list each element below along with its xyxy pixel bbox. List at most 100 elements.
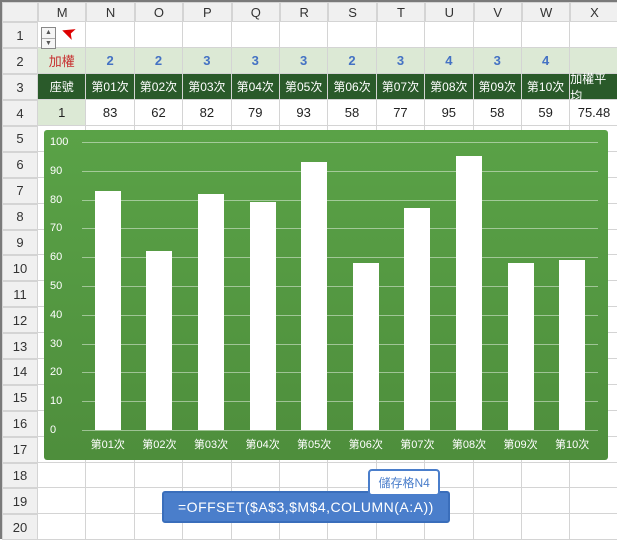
bar-第02次[interactable] [146,251,172,430]
row-header-2[interactable]: 2 [2,48,38,74]
bar-第03次[interactable] [198,194,224,430]
cell[interactable] [474,514,522,540]
row-header-19[interactable]: 19 [2,488,38,514]
cell[interactable] [38,463,86,489]
seat-value[interactable]: 1 [38,100,86,126]
col-header-cell[interactable]: 第10次 [522,74,570,100]
col-header-cell[interactable]: 第01次 [86,74,134,100]
weight-cell[interactable]: 2 [135,48,183,74]
cell[interactable] [522,463,570,489]
row-header-14[interactable]: 14 [2,359,38,385]
col-header-cell[interactable]: 第02次 [135,74,183,100]
row-header-1[interactable]: 1 [2,22,38,48]
cell[interactable] [86,22,134,48]
row-header-20[interactable]: 20 [2,514,38,540]
bar-chart[interactable]: 第01次第02次第03次第04次第05次第06次第07次第08次第09次第10次… [44,130,608,460]
cell[interactable] [377,22,425,48]
bar-第05次[interactable] [301,162,327,430]
cell[interactable] [522,514,570,540]
seat-header[interactable]: 座號 [38,74,86,100]
weight-cell[interactable]: 3 [232,48,280,74]
cell[interactable] [570,22,617,48]
cell[interactable] [328,22,376,48]
col-header-V[interactable]: V [474,2,522,22]
row-header-17[interactable]: 17 [2,437,38,463]
cell[interactable] [38,514,86,540]
cell[interactable] [183,22,231,48]
spinner-control[interactable]: ▲▼ [41,27,56,49]
data-cell[interactable]: 58 [474,100,522,126]
row-header-3[interactable]: 3 [2,74,38,100]
row-header-9[interactable]: 9 [2,230,38,256]
col-header-cell[interactable]: 第06次 [328,74,376,100]
bar-第09次[interactable] [508,263,534,430]
data-cell[interactable]: 93 [280,100,328,126]
row-header-12[interactable]: 12 [2,307,38,333]
weight-cell[interactable]: 4 [425,48,473,74]
col-header-N[interactable]: N [86,2,134,22]
row-header-15[interactable]: 15 [2,385,38,411]
select-all[interactable] [2,2,38,22]
data-cell[interactable]: 58 [328,100,376,126]
col-header-X[interactable]: X [570,2,617,22]
col-header-M[interactable]: M [38,2,86,22]
data-cell[interactable]: 95 [425,100,473,126]
weight-cell[interactable]: 3 [377,48,425,74]
row-header-5[interactable]: 5 [2,126,38,152]
col-header-cell[interactable]: 加權平均 [570,74,617,100]
cell[interactable] [232,22,280,48]
data-cell[interactable]: 59 [522,100,570,126]
cell[interactable] [135,463,183,489]
cell[interactable] [135,22,183,48]
row-header-10[interactable]: 10 [2,255,38,281]
col-header-T[interactable]: T [377,2,425,22]
cell[interactable] [474,463,522,489]
col-header-W[interactable]: W [522,2,570,22]
row-header-16[interactable]: 16 [2,411,38,437]
cell[interactable] [183,463,231,489]
weight-cell[interactable]: 4 [522,48,570,74]
col-header-cell[interactable]: 第09次 [474,74,522,100]
weight-label[interactable]: 加權 [38,48,86,74]
bar-第06次[interactable] [353,263,379,430]
cell[interactable] [232,463,280,489]
data-cell[interactable]: 82 [183,100,231,126]
bar-第08次[interactable] [456,156,482,430]
col-header-cell[interactable]: 第08次 [425,74,473,100]
col-header-U[interactable]: U [425,2,473,22]
col-header-S[interactable]: S [328,2,376,22]
cell[interactable] [570,463,617,489]
cell[interactable] [86,514,134,540]
data-cell[interactable]: 83 [86,100,134,126]
data-cell[interactable]: 79 [232,100,280,126]
col-header-R[interactable]: R [280,2,328,22]
row-header-18[interactable]: 18 [2,463,38,489]
weight-cell[interactable]: 3 [474,48,522,74]
cell[interactable] [570,514,617,540]
weight-cell[interactable]: 3 [280,48,328,74]
cell[interactable] [522,22,570,48]
col-header-P[interactable]: P [183,2,231,22]
cell[interactable] [86,463,134,489]
spinner-down[interactable]: ▼ [42,39,55,49]
col-header-cell[interactable]: 第07次 [377,74,425,100]
bar-第04次[interactable] [250,202,276,430]
data-cell[interactable]: 77 [377,100,425,126]
cell[interactable] [38,488,86,514]
col-header-O[interactable]: O [135,2,183,22]
cell[interactable] [570,488,617,514]
data-cell[interactable]: 62 [135,100,183,126]
cell[interactable] [86,488,134,514]
cell[interactable] [280,22,328,48]
col-header-cell[interactable]: 第05次 [280,74,328,100]
row-header-6[interactable]: 6 [2,152,38,178]
cell[interactable] [522,488,570,514]
row-header-13[interactable]: 13 [2,333,38,359]
bar-第10次[interactable] [559,260,585,430]
cell[interactable] [474,22,522,48]
cell[interactable] [425,22,473,48]
cell[interactable] [474,488,522,514]
row-header-8[interactable]: 8 [2,204,38,230]
cell[interactable] [280,463,328,489]
bar-第07次[interactable] [404,208,430,430]
